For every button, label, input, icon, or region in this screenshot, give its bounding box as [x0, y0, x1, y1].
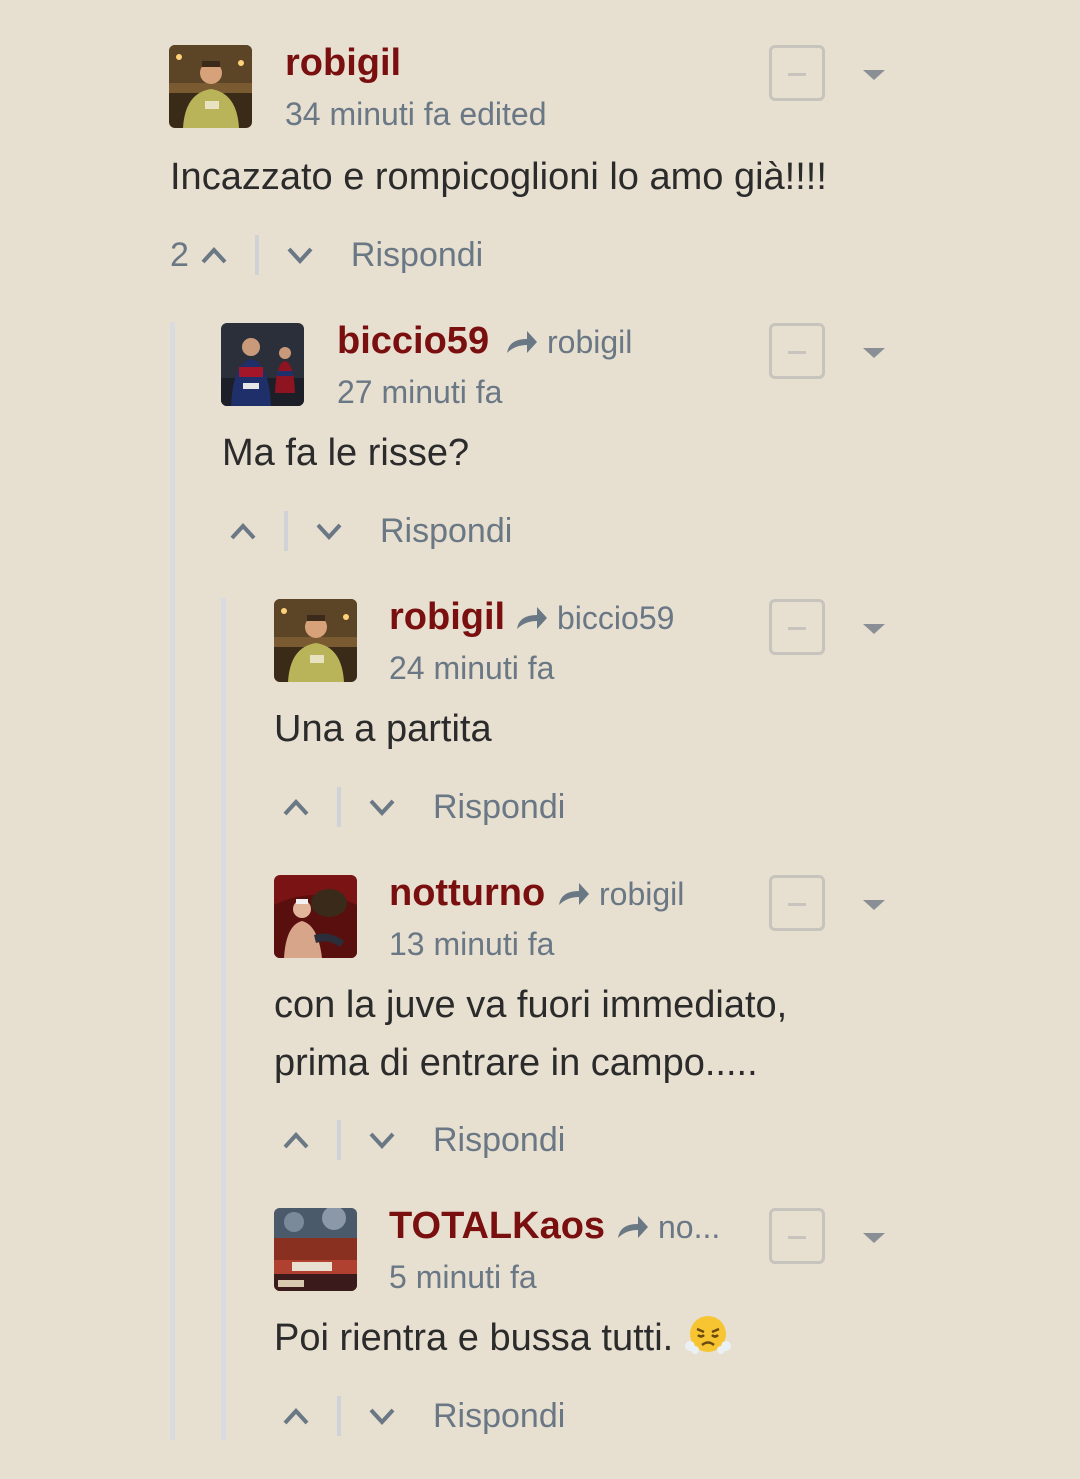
comment-timestamp[interactable]: 24 minuti fa — [389, 652, 554, 684]
comment-username[interactable]: robigil — [285, 44, 401, 82]
reply-button[interactable]: Rispondi — [433, 1397, 565, 1436]
downvote-icon[interactable] — [367, 1129, 397, 1151]
reply-to[interactable]: biccio59 — [515, 602, 674, 634]
vote-divider — [337, 1120, 341, 1160]
comment-body-line: con la juve va fuori immediato, — [274, 984, 788, 1026]
comment-username[interactable]: robigil — [389, 598, 505, 636]
reply-button[interactable]: Rispondi — [351, 236, 483, 275]
vote-divider — [284, 511, 288, 551]
reply-button[interactable]: Rispondi — [433, 788, 565, 827]
menu-caret-icon[interactable] — [863, 348, 885, 358]
vote-divider — [254, 235, 259, 275]
menu-caret-icon[interactable] — [863, 624, 885, 634]
reply-to[interactable]: robigil — [505, 326, 632, 358]
downvote-icon[interactable] — [285, 244, 315, 266]
reply-to-username[interactable]: biccio59 — [557, 602, 674, 634]
reply-to[interactable]: robigil — [557, 878, 684, 910]
thread-line-level-1 — [170, 322, 175, 1440]
upvote-icon[interactable] — [199, 244, 229, 266]
comment-timestamp[interactable]: 13 minuti fa — [389, 928, 554, 960]
comment-username[interactable]: biccio59 — [337, 322, 489, 360]
downvote-icon[interactable] — [367, 1405, 397, 1427]
upvote-icon[interactable] — [228, 520, 258, 542]
upvote-icon[interactable] — [281, 796, 311, 818]
reply-arrow-icon — [507, 331, 537, 353]
avatar[interactable] — [274, 875, 357, 958]
reply-arrow-icon — [517, 607, 547, 629]
reply-to[interactable]: no... — [616, 1211, 720, 1243]
comment-username[interactable]: TOTALKaos — [389, 1207, 605, 1245]
comment-body: Incazzato e rompicoglioni lo amo già!!!! — [170, 156, 827, 198]
collapse-button[interactable] — [769, 323, 825, 379]
avatar[interactable] — [221, 323, 304, 406]
avatar[interactable] — [274, 599, 357, 682]
menu-caret-icon[interactable] — [863, 70, 885, 80]
avatar[interactable] — [169, 45, 252, 128]
comment-actions: Rispondi — [281, 1120, 565, 1160]
menu-caret-icon[interactable] — [863, 900, 885, 910]
reply-button[interactable]: Rispondi — [380, 512, 512, 551]
vote-divider — [337, 787, 341, 827]
comment-body-line: prima di entrare in campo..... — [274, 1042, 758, 1084]
comment-timestamp[interactable]: 34 minuti fa edited — [285, 98, 547, 130]
comment-timestamp[interactable]: 5 minuti fa — [389, 1261, 537, 1293]
comment-actions: Rispondi — [281, 787, 565, 827]
menu-caret-icon[interactable] — [863, 1233, 885, 1243]
reply-to-username[interactable]: robigil — [547, 326, 632, 358]
upvote-icon[interactable] — [281, 1129, 311, 1151]
comment-body-text: Poi rientra e bussa tutti. — [274, 1317, 674, 1359]
reply-button[interactable]: Rispondi — [433, 1121, 565, 1160]
thread-line-level-2 — [221, 598, 226, 1440]
face-with-steam-icon — [684, 1316, 731, 1354]
downvote-icon[interactable] — [314, 520, 344, 542]
comment-actions: Rispondi — [228, 511, 512, 551]
reply-arrow-icon — [618, 1216, 648, 1238]
reply-to-username[interactable]: robigil — [599, 878, 684, 910]
comment-body: con la juve va fuori immediato, prima di… — [274, 976, 787, 1092]
upvote-icon[interactable] — [281, 1405, 311, 1427]
vote-divider — [337, 1396, 341, 1436]
reply-arrow-icon — [559, 883, 589, 905]
collapse-button[interactable] — [769, 1208, 825, 1264]
comment-actions: 2 Rispondi — [170, 235, 483, 275]
comment-timestamp[interactable]: 27 minuti fa — [337, 376, 502, 408]
vote-count: 2 — [170, 235, 189, 274]
reply-to-username[interactable]: no... — [658, 1211, 720, 1243]
comment-body: Una a partita — [274, 708, 492, 750]
comment-body: Ma fa le risse? — [222, 432, 470, 474]
collapse-button[interactable] — [769, 599, 825, 655]
comment-username[interactable]: notturno — [389, 874, 545, 912]
downvote-icon[interactable] — [367, 796, 397, 818]
comment-actions: Rispondi — [281, 1396, 565, 1436]
avatar[interactable] — [274, 1208, 357, 1291]
comment-body: Poi rientra e bussa tutti. — [274, 1309, 732, 1367]
collapse-button[interactable] — [769, 875, 825, 931]
collapse-button[interactable] — [769, 45, 825, 101]
